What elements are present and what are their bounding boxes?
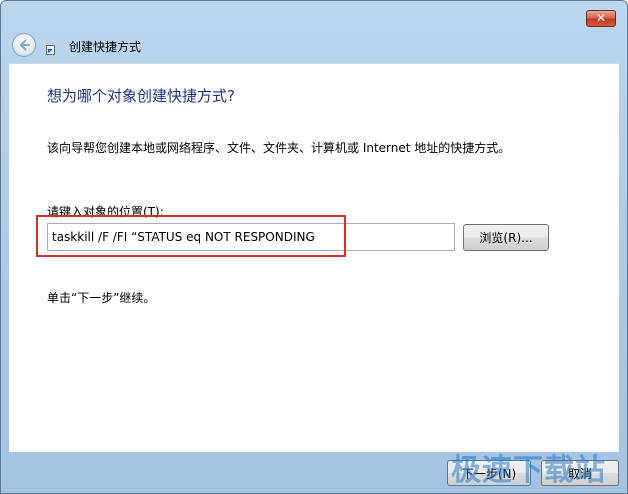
- cancel-button[interactable]: 取消: [541, 460, 619, 486]
- close-button[interactable]: ✕: [586, 10, 616, 27]
- next-instruction: 单击“下一步”继续。: [47, 291, 156, 305]
- shortcut-arrow-icon: [46, 45, 55, 55]
- back-button[interactable]: [12, 33, 36, 57]
- location-input[interactable]: [47, 223, 455, 251]
- wizard-footer: 下一步(N) 取消: [1, 451, 627, 493]
- window-title: 创建快捷方式: [69, 40, 142, 54]
- location-label: 请键入对象的位置(T):: [47, 205, 164, 219]
- wizard-heading: 想为哪个对象创建快捷方式?: [47, 87, 235, 105]
- close-icon: ✕: [595, 11, 607, 25]
- wizard-content: 想为哪个对象创建快捷方式? 该向导帮您创建本地或网络程序、文件、文件夹、计算机或…: [9, 63, 619, 452]
- next-button[interactable]: 下一步(N): [447, 460, 531, 486]
- back-arrow-icon: [20, 39, 30, 51]
- create-shortcut-window: ✕ 创建快捷方式 想为哪个对象创建快捷方式? 该向导帮您创建本地或网络程序、文件…: [0, 0, 628, 494]
- wizard-description: 该向导帮您创建本地或网络程序、文件、文件夹、计算机或 Internet 地址的快…: [47, 141, 511, 155]
- browse-button[interactable]: 浏览(R)...: [463, 224, 549, 251]
- title-bar: ✕ 创建快捷方式: [1, 1, 627, 63]
